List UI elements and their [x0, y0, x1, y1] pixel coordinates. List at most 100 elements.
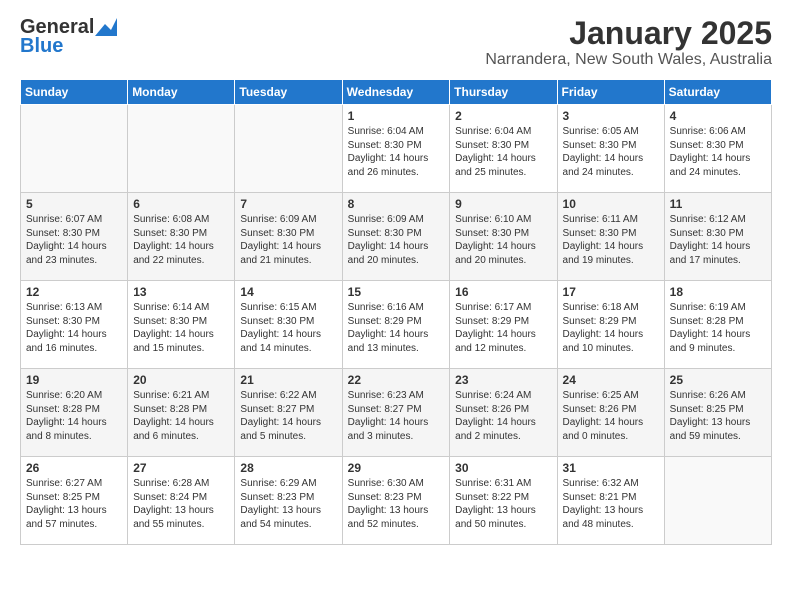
weekday-header-tuesday: Tuesday [235, 80, 342, 105]
day-number: 22 [348, 373, 445, 387]
logo: General Blue [20, 16, 117, 58]
calendar-cell: 14 Sunrise: 6:15 AM Sunset: 8:30 PM Dayli… [235, 281, 342, 369]
day-number: 3 [563, 109, 659, 123]
calendar-cell: 7Sunrise: 6:09 AM Sunset: 8:30 PM Daylig… [235, 193, 342, 281]
day-number: 14 [240, 285, 336, 299]
weekday-header-saturday: Saturday [664, 80, 771, 105]
day-info: Sunrise: 6:30 AM Sunset: 8:23 PM Dayligh… [348, 477, 445, 531]
day-info: Sunrise: 6:13 AM Sunset: 8:30 PM Dayligh… [26, 301, 122, 355]
calendar-week-row: 12 Sunrise: 6:13 AM Sunset: 8:30 PM Dayli… [21, 281, 772, 369]
day-info: Sunrise: 6:09 AM Sunset: 8:30 PM Dayligh… [348, 213, 445, 267]
calendar-cell: 26 Sunrise: 6:27 AM Sunset: 8:25 PM Dayli… [21, 457, 128, 545]
calendar-cell: 1 Sunrise: 6:04 AM Sunset: 8:30 PM Daylig… [342, 105, 450, 193]
calendar-cell: 23Sunrise: 6:24 AM Sunset: 8:26 PM Dayli… [450, 369, 557, 457]
logo-blue: Blue [20, 35, 63, 58]
calendar-cell: 31 Sunrise: 6:32 AM Sunset: 8:21 PM Dayli… [557, 457, 664, 545]
day-info: Sunrise: 6:27 AM Sunset: 8:25 PM Dayligh… [26, 477, 122, 531]
day-number: 31 [563, 461, 659, 475]
day-number: 20 [133, 373, 229, 387]
weekday-header-thursday: Thursday [450, 80, 557, 105]
day-number: 24 [563, 373, 659, 387]
day-info: Sunrise: 6:06 AM Sunset: 8:30 PM Dayligh… [670, 125, 766, 179]
calendar-week-row: 26 Sunrise: 6:27 AM Sunset: 8:25 PM Dayli… [21, 457, 772, 545]
day-info: Sunrise: 6:10 AM Sunset: 8:30 PM Dayligh… [455, 213, 551, 267]
logo-bird-icon [95, 18, 117, 36]
calendar-cell: 17 Sunrise: 6:18 AM Sunset: 8:29 PM Dayli… [557, 281, 664, 369]
calendar-body: 1 Sunrise: 6:04 AM Sunset: 8:30 PM Daylig… [21, 105, 772, 545]
day-info: Sunrise: 6:21 AM Sunset: 8:28 PM Dayligh… [133, 389, 229, 443]
day-info: Sunrise: 6:18 AM Sunset: 8:29 PM Dayligh… [563, 301, 659, 355]
calendar-cell: 22Sunrise: 6:23 AM Sunset: 8:27 PM Dayli… [342, 369, 450, 457]
day-info: Sunrise: 6:19 AM Sunset: 8:28 PM Dayligh… [670, 301, 766, 355]
day-info: Sunrise: 6:24 AM Sunset: 8:26 PM Dayligh… [455, 389, 551, 443]
day-number: 7 [240, 197, 336, 211]
day-number: 10 [563, 197, 659, 211]
calendar-cell: 24 Sunrise: 6:25 AM Sunset: 8:26 PM Dayli… [557, 369, 664, 457]
calendar-table: SundayMondayTuesdayWednesdayThursdayFrid… [20, 79, 772, 545]
day-number: 17 [563, 285, 659, 299]
day-number: 8 [348, 197, 445, 211]
day-info: Sunrise: 6:14 AM Sunset: 8:30 PM Dayligh… [133, 301, 229, 355]
day-info: Sunrise: 6:32 AM Sunset: 8:21 PM Dayligh… [563, 477, 659, 531]
day-info: Sunrise: 6:15 AM Sunset: 8:30 PM Dayligh… [240, 301, 336, 355]
calendar-cell: 11 Sunrise: 6:12 AM Sunset: 8:30 PM Dayli… [664, 193, 771, 281]
calendar-cell: 28Sunrise: 6:29 AM Sunset: 8:23 PM Dayli… [235, 457, 342, 545]
title-block: January 2025 Narrandera, New South Wales… [485, 16, 772, 69]
calendar-week-row: 1 Sunrise: 6:04 AM Sunset: 8:30 PM Daylig… [21, 105, 772, 193]
calendar-cell: 10 Sunrise: 6:11 AM Sunset: 8:30 PM Dayli… [557, 193, 664, 281]
day-number: 2 [455, 109, 551, 123]
calendar-cell: 30Sunrise: 6:31 AM Sunset: 8:22 PM Dayli… [450, 457, 557, 545]
calendar-cell [235, 105, 342, 193]
day-number: 12 [26, 285, 122, 299]
day-info: Sunrise: 6:26 AM Sunset: 8:25 PM Dayligh… [670, 389, 766, 443]
day-number: 11 [670, 197, 766, 211]
calendar-cell: 27Sunrise: 6:28 AM Sunset: 8:24 PM Dayli… [128, 457, 235, 545]
calendar-header: SundayMondayTuesdayWednesdayThursdayFrid… [21, 80, 772, 105]
day-number: 15 [348, 285, 445, 299]
weekday-header-monday: Monday [128, 80, 235, 105]
calendar-cell: 5Sunrise: 6:07 AM Sunset: 8:30 PM Daylig… [21, 193, 128, 281]
calendar-cell: 29Sunrise: 6:30 AM Sunset: 8:23 PM Dayli… [342, 457, 450, 545]
calendar-cell: 19 Sunrise: 6:20 AM Sunset: 8:28 PM Dayli… [21, 369, 128, 457]
day-number: 6 [133, 197, 229, 211]
calendar-cell: 18 Sunrise: 6:19 AM Sunset: 8:28 PM Dayli… [664, 281, 771, 369]
calendar-week-row: 19 Sunrise: 6:20 AM Sunset: 8:28 PM Dayli… [21, 369, 772, 457]
calendar-cell: 20 Sunrise: 6:21 AM Sunset: 8:28 PM Dayli… [128, 369, 235, 457]
weekday-header-row: SundayMondayTuesdayWednesdayThursdayFrid… [21, 80, 772, 105]
day-info: Sunrise: 6:05 AM Sunset: 8:30 PM Dayligh… [563, 125, 659, 179]
calendar-cell: 15 Sunrise: 6:16 AM Sunset: 8:29 PM Dayli… [342, 281, 450, 369]
day-info: Sunrise: 6:12 AM Sunset: 8:30 PM Dayligh… [670, 213, 766, 267]
day-number: 25 [670, 373, 766, 387]
day-number: 19 [26, 373, 122, 387]
calendar-cell: 6Sunrise: 6:08 AM Sunset: 8:30 PM Daylig… [128, 193, 235, 281]
calendar-cell [664, 457, 771, 545]
day-info: Sunrise: 6:16 AM Sunset: 8:29 PM Dayligh… [348, 301, 445, 355]
day-number: 9 [455, 197, 551, 211]
calendar-cell: 21Sunrise: 6:22 AM Sunset: 8:27 PM Dayli… [235, 369, 342, 457]
day-info: Sunrise: 6:17 AM Sunset: 8:29 PM Dayligh… [455, 301, 551, 355]
day-number: 13 [133, 285, 229, 299]
calendar-week-row: 5Sunrise: 6:07 AM Sunset: 8:30 PM Daylig… [21, 193, 772, 281]
calendar-cell: 9 Sunrise: 6:10 AM Sunset: 8:30 PM Daylig… [450, 193, 557, 281]
weekday-header-friday: Friday [557, 80, 664, 105]
calendar-cell: 8 Sunrise: 6:09 AM Sunset: 8:30 PM Daylig… [342, 193, 450, 281]
day-number: 27 [133, 461, 229, 475]
day-number: 1 [348, 109, 445, 123]
calendar-cell [128, 105, 235, 193]
page: General Blue January 2025 Narrandera, Ne… [0, 0, 792, 612]
calendar-cell: 16Sunrise: 6:17 AM Sunset: 8:29 PM Dayli… [450, 281, 557, 369]
calendar-cell: 12 Sunrise: 6:13 AM Sunset: 8:30 PM Dayli… [21, 281, 128, 369]
weekday-header-wednesday: Wednesday [342, 80, 450, 105]
day-info: Sunrise: 6:20 AM Sunset: 8:28 PM Dayligh… [26, 389, 122, 443]
day-number: 26 [26, 461, 122, 475]
day-info: Sunrise: 6:04 AM Sunset: 8:30 PM Dayligh… [348, 125, 445, 179]
day-info: Sunrise: 6:29 AM Sunset: 8:23 PM Dayligh… [240, 477, 336, 531]
calendar-cell: 13 Sunrise: 6:14 AM Sunset: 8:30 PM Dayli… [128, 281, 235, 369]
day-info: Sunrise: 6:25 AM Sunset: 8:26 PM Dayligh… [563, 389, 659, 443]
day-info: Sunrise: 6:31 AM Sunset: 8:22 PM Dayligh… [455, 477, 551, 531]
day-info: Sunrise: 6:04 AM Sunset: 8:30 PM Dayligh… [455, 125, 551, 179]
calendar-cell: 2 Sunrise: 6:04 AM Sunset: 8:30 PM Daylig… [450, 105, 557, 193]
day-number: 18 [670, 285, 766, 299]
day-info: Sunrise: 6:11 AM Sunset: 8:30 PM Dayligh… [563, 213, 659, 267]
day-info: Sunrise: 6:07 AM Sunset: 8:30 PM Dayligh… [26, 213, 122, 267]
